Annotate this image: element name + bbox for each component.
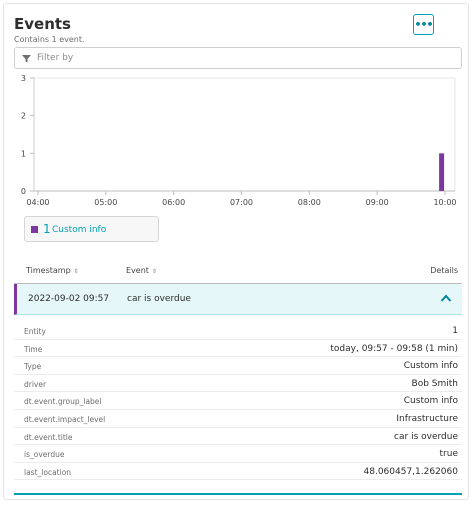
chevron-up-icon[interactable] (440, 293, 452, 303)
x-tick-label: 08:00 (298, 198, 321, 207)
detail-key: dt.event.impact_level (24, 414, 106, 424)
detail-value: true (439, 449, 458, 460)
filter-icon (22, 55, 31, 63)
table-row[interactable]: 2022-09-02 09:57 car is overdue (14, 284, 462, 315)
x-tick-label: 09:00 (366, 198, 389, 207)
detail-key: driver (24, 379, 47, 389)
table-header: Timestamp ⇕ Event ⇕ Details (14, 260, 462, 284)
detail-value: today, 09:57 - 09:58 (1 min) (330, 343, 458, 354)
detail-key: is_overdue (24, 450, 65, 460)
detail-key: Entity (24, 327, 46, 336)
row-bottom-border (14, 493, 462, 495)
x-tick-label: 10:00 (433, 198, 456, 207)
sort-icon: ⇕ (151, 268, 157, 275)
legend-swatch (31, 226, 38, 233)
header-timestamp[interactable]: Timestamp ⇕ (26, 266, 79, 275)
detail-value: car is overdue (394, 431, 458, 442)
detail-row: driver Bob Smith (14, 375, 462, 393)
detail-row: Entity 1 (14, 322, 462, 340)
row-event: car is overdue (127, 294, 191, 304)
bar-custom-info (439, 153, 445, 191)
header-event[interactable]: Event ⇕ (126, 266, 157, 275)
detail-row: last_location 48.060457,1.262060 (14, 463, 462, 481)
detail-value: 1 (452, 326, 458, 336)
detail-value: Custom info (403, 396, 458, 407)
detail-row: Time today, 09:57 - 09:58 (1 min) (14, 340, 462, 358)
detail-key: Type (24, 362, 42, 372)
header-details: Details (430, 266, 458, 275)
y-tick-label: 1 (21, 149, 26, 158)
y-tick-label: 3 (21, 74, 26, 83)
detail-value: Custom info (403, 361, 458, 372)
row-timestamp: 2022-09-02 09:57 (28, 294, 110, 304)
legend-item-custom-info[interactable]: 1 Custom info (24, 216, 159, 242)
sort-icon: ⇕ (73, 268, 79, 275)
filter-field[interactable] (14, 47, 462, 69)
legend-label: Custom info (52, 225, 107, 235)
events-chart: 0 1 2 3 04:00 05:00 06:00 07:00 08:00 09:00 10:00 (4, 70, 470, 215)
x-tick-label: 07:00 (230, 198, 253, 207)
chart-svg: 0 1 2 3 04:00 05:00 06:00 07:00 08:00 09:00 10:00 (21, 74, 457, 207)
detail-value: Bob Smith (411, 378, 458, 389)
detail-row: Type Custom info (14, 357, 462, 375)
y-tick-label: 0 (21, 187, 26, 196)
detail-key: last_location (24, 467, 72, 477)
details-list: Entity 1 Time today, 09:57 - 09:58 (1 min) T… (14, 322, 462, 481)
detail-row: dt.event.group_label Custom info (14, 392, 462, 410)
more-menu-button[interactable]: ••• (413, 14, 434, 35)
detail-value: 48.060457,1.262060 (363, 466, 458, 477)
detail-key: dt.event.title (24, 432, 73, 442)
detail-row: dt.event.title car is overdue (14, 428, 462, 446)
events-panel: Events Contains 1 event. ••• 0 1 2 3 04:00 05… (3, 3, 469, 500)
panel-title: Events (14, 15, 71, 33)
more-horizontal-icon: ••• (414, 18, 433, 31)
filter-input[interactable] (37, 50, 457, 66)
detail-value: Infrastructure (396, 413, 458, 424)
detail-key: Time (24, 344, 43, 354)
x-tick-label: 05:00 (94, 198, 117, 207)
detail-row: is_overdue true (14, 445, 462, 463)
x-tick-label: 04:00 (26, 198, 49, 207)
x-tick-label: 06:00 (162, 198, 185, 207)
legend-count: 1 (43, 222, 51, 236)
panel-subtitle: Contains 1 event. (14, 35, 85, 44)
detail-row: dt.event.impact_level Infrastructure (14, 410, 462, 428)
y-tick-label: 2 (21, 112, 26, 121)
detail-key: dt.event.group_label (24, 397, 102, 407)
